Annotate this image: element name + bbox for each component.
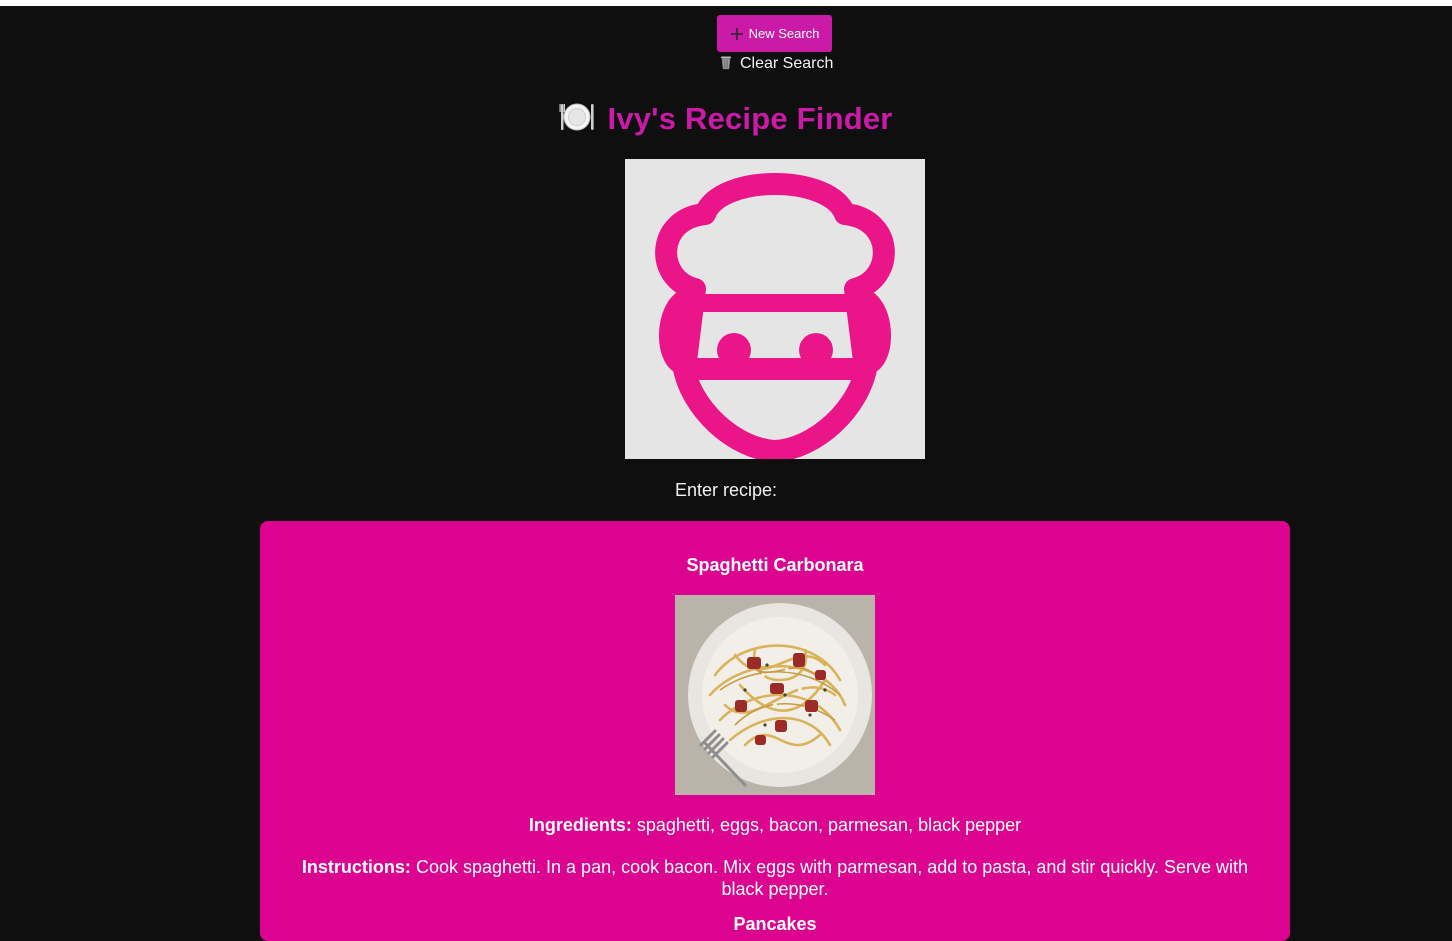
instructions-value: Cook spaghetti. In a pan, cook bacon. Mi… <box>416 857 1248 899</box>
clear-search-label: Clear Search <box>740 55 833 73</box>
chef-icon <box>625 446 925 463</box>
page-title: Ivy's Recipe Finder <box>0 99 1452 139</box>
recipe-image <box>675 595 875 795</box>
enter-recipe-label: Enter recipe: <box>0 480 1452 501</box>
trash-icon <box>718 54 734 75</box>
plate-cutlery-icon <box>559 101 595 138</box>
recipe-title: Spaghetti Carbonara <box>260 555 1290 576</box>
recipe-card: Spaghetti Carbonara <box>260 521 1290 941</box>
plus-icon <box>730 27 744 41</box>
page-title-text: Ivy's Recipe Finder <box>607 101 892 137</box>
chef-logo <box>625 159 925 459</box>
ingredients-label: Ingredients: <box>529 815 632 835</box>
new-search-button[interactable]: New Search <box>717 15 832 52</box>
ingredients-text: Ingredients: spaghetti, eggs, bacon, par… <box>280 815 1270 836</box>
new-search-label: New Search <box>749 26 820 41</box>
clear-search-button[interactable]: Clear Search <box>718 54 833 74</box>
ingredients-value: spaghetti, eggs, bacon, parmesan, black … <box>637 815 1021 835</box>
instructions-label: Instructions: <box>302 857 411 877</box>
instructions-text: Instructions: Cook spaghetti. In a pan, … <box>280 856 1270 900</box>
page: New Search Clear Search Ivy's R <box>0 6 1452 925</box>
